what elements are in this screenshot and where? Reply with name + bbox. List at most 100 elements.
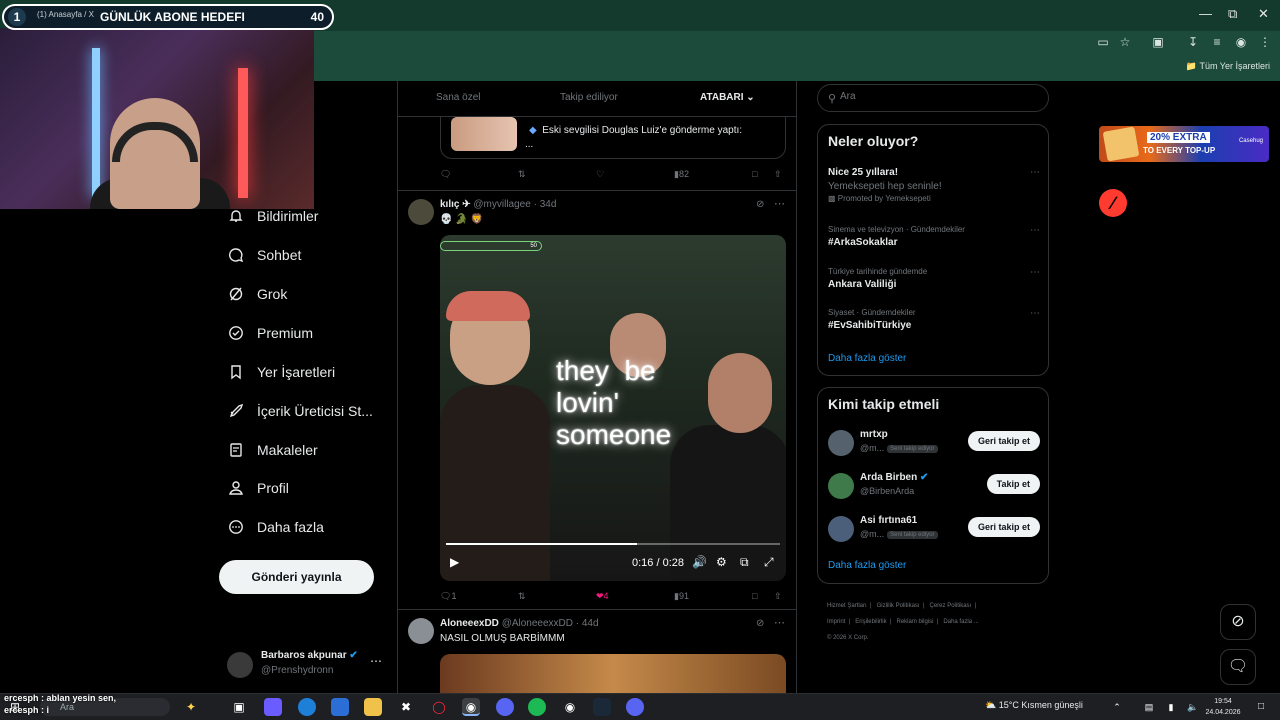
- edge-icon[interactable]: [298, 698, 316, 716]
- nav-notifications[interactable]: Bildirimler: [227, 203, 318, 229]
- chat-fab-icon[interactable]: 🗨: [1220, 649, 1256, 685]
- video-player[interactable]: 50 they be lovin' someone ▶ 0:16 / 0:28 …: [440, 235, 786, 581]
- trend-item[interactable]: Türkiye tarihinde gündemde Ankara Valili…: [828, 267, 1040, 290]
- nav-grok[interactable]: Grok: [227, 281, 287, 307]
- search-box[interactable]: ⚲: [817, 84, 1049, 112]
- copilot-sparkle-icon[interactable]: ✦: [182, 698, 200, 716]
- nav-bookmarks[interactable]: Yer İşaretleri: [227, 359, 335, 385]
- app-icon[interactable]: [626, 698, 644, 716]
- share-icon[interactable]: ⇧: [774, 169, 782, 180]
- battery-icon[interactable]: ▮: [1162, 698, 1180, 716]
- weather-widget[interactable]: ⛅ 15°C Kısmen güneşli: [985, 700, 1083, 711]
- follow-suggestion[interactable]: mrtxp @m... Seni takip ediyor Geri takip …: [828, 428, 1040, 462]
- follow-button[interactable]: Takip et: [986, 474, 1040, 494]
- grok-explain-icon[interactable]: ⊘: [756, 199, 764, 210]
- grok-fab-icon[interactable]: ⊘: [1220, 604, 1256, 640]
- footer-link[interactable]: Imprint: [827, 619, 845, 625]
- steam-icon[interactable]: [593, 698, 611, 716]
- minimize-icon[interactable]: —: [1199, 6, 1212, 21]
- footer-link[interactable]: Daha fazla ...: [943, 619, 978, 625]
- mail-icon[interactable]: [331, 698, 349, 716]
- task-view-icon[interactable]: ▣: [230, 698, 248, 716]
- discord-icon[interactable]: [496, 698, 514, 716]
- star-bookmark-icon[interactable]: ☆: [1118, 35, 1132, 49]
- network-icon[interactable]: ▤: [1140, 698, 1158, 716]
- more-icon[interactable]: ⋯: [774, 616, 785, 629]
- more-icon[interactable]: ⋯: [370, 654, 382, 668]
- post-card[interactable]: kılıç ✈ @myvillagee · 34d ⊘ ⋯ 💀 🐊 🦁 50 t…: [398, 190, 796, 610]
- trend-item[interactable]: Siyaset · Gündemdekiler #EvSahibiTürkiye…: [828, 308, 1040, 331]
- reply-icon[interactable]: 🗨: [440, 169, 451, 180]
- file-explorer-icon[interactable]: [364, 698, 382, 716]
- reply-button[interactable]: 🗨 1: [440, 591, 456, 602]
- follow-back-button[interactable]: Geri takip et: [967, 431, 1040, 451]
- more-icon[interactable]: ⋯: [774, 197, 785, 210]
- opera-icon[interactable]: ◯: [430, 698, 448, 716]
- reading-list-icon[interactable]: ≡: [1210, 35, 1224, 49]
- repost-icon[interactable]: ⇅: [518, 591, 526, 602]
- extensions-icon[interactable]: ▣: [1151, 35, 1165, 49]
- kebab-menu-icon[interactable]: ⋮: [1258, 35, 1272, 49]
- fullscreen-icon[interactable]: ⤢: [764, 555, 774, 570]
- system-tray-chevron-icon[interactable]: ⌃: [1108, 698, 1126, 716]
- show-more-trends-link[interactable]: Daha fazla göster: [828, 353, 906, 364]
- all-bookmarks-link[interactable]: 📁 Tüm Yer İşaretleri: [1186, 61, 1270, 72]
- search-input[interactable]: [840, 91, 1030, 102]
- tab-following[interactable]: Takip ediliyor: [560, 92, 618, 103]
- share-icon[interactable]: ⇧: [774, 591, 782, 602]
- notification-center-icon[interactable]: □: [1252, 698, 1270, 716]
- follow-suggestion[interactable]: Asi fırtına61 @m... Seni takip ediyor Ger…: [828, 514, 1040, 548]
- more-icon[interactable]: ⋯: [1030, 167, 1040, 178]
- nav-chat[interactable]: Sohbet: [227, 242, 301, 268]
- grok-explain-icon[interactable]: ⊘: [756, 618, 764, 629]
- bookmark-icon[interactable]: □: [752, 169, 757, 179]
- repost-icon[interactable]: ⇅: [518, 169, 526, 180]
- promoted-trend[interactable]: Nice 25 yıllara! Yemeksepeti hep seninle…: [828, 167, 1040, 203]
- obs-icon[interactable]: ◉: [561, 698, 579, 716]
- footer-link[interactable]: Çerez Politikası: [930, 603, 972, 609]
- more-icon[interactable]: ⋯: [1030, 225, 1040, 236]
- restore-icon[interactable]: ⧉: [1228, 6, 1237, 22]
- tab-for-you[interactable]: Sana özel: [436, 92, 480, 103]
- footer-link[interactable]: Gizlilik Politikası: [877, 603, 920, 609]
- post-card[interactable]: AloneeexDD @AloneeexxDD · 44d ⊘ ⋯ NASIL …: [398, 609, 796, 693]
- quoted-post-card[interactable]: ◆ Eski sevgilisi Douglas Luiz'e gönderme…: [440, 117, 786, 159]
- play-icon[interactable]: ▶: [450, 555, 459, 569]
- chrome-icon[interactable]: ◉: [462, 698, 480, 716]
- close-icon[interactable]: ✕: [1258, 6, 1269, 22]
- more-icon[interactable]: ⋯: [1030, 308, 1040, 319]
- more-icon[interactable]: ⋯: [1030, 267, 1040, 278]
- download-icon[interactable]: ↧: [1186, 35, 1200, 49]
- taskbar-clock[interactable]: 19:54 24.04.2026: [1203, 696, 1243, 718]
- post-button[interactable]: Gönderi yayınla: [219, 560, 374, 594]
- tab-atabari[interactable]: ATABARI ⌄: [700, 92, 755, 103]
- copilot-icon[interactable]: [264, 698, 282, 716]
- post-image[interactable]: [440, 654, 786, 693]
- pip-icon[interactable]: ⧉: [740, 555, 749, 570]
- like-icon[interactable]: ♡: [596, 169, 604, 180]
- show-more-suggestions-link[interactable]: Daha fazla göster: [828, 560, 906, 571]
- views-button[interactable]: ▮ 91: [674, 591, 689, 602]
- nav-articles[interactable]: Makaleler: [227, 437, 318, 463]
- nav-creator-studio[interactable]: İçerik Üreticisi St...: [227, 398, 373, 424]
- views-icon[interactable]: ▮ 82: [674, 169, 689, 180]
- footer-link[interactable]: Reklam bilgisi: [897, 619, 934, 625]
- video-progress-bar[interactable]: [446, 543, 780, 545]
- speaker-icon[interactable]: 🔈: [1184, 698, 1202, 716]
- bookmark-icon[interactable]: □: [752, 591, 757, 601]
- like-button[interactable]: ❤ 4: [596, 591, 609, 602]
- settings-gear-icon[interactable]: ⚙: [716, 555, 727, 569]
- nav-more[interactable]: Daha fazla: [227, 514, 324, 540]
- trend-item[interactable]: Sinema ve televizyon · Gündemdekiler #Ar…: [828, 225, 1040, 248]
- nav-profile[interactable]: Profil: [227, 475, 289, 501]
- nav-premium[interactable]: Premium: [227, 320, 313, 346]
- volume-icon[interactable]: 🔊: [692, 555, 707, 569]
- follow-back-button[interactable]: Geri takip et: [967, 517, 1040, 537]
- footer-link[interactable]: Erişilebilirlik: [855, 619, 886, 625]
- install-app-icon[interactable]: ▭: [1096, 35, 1110, 49]
- spotify-icon[interactable]: [528, 698, 546, 716]
- profile-avatar-icon[interactable]: ◉: [1234, 35, 1248, 49]
- xbox-icon[interactable]: ✖: [397, 698, 415, 716]
- follow-suggestion[interactable]: Arda Birben ✔ @BirbenArda Takip et: [828, 471, 1040, 505]
- ad-banner[interactable]: 20% EXTRA TO EVERY TOP-UP Casehug: [1099, 126, 1269, 162]
